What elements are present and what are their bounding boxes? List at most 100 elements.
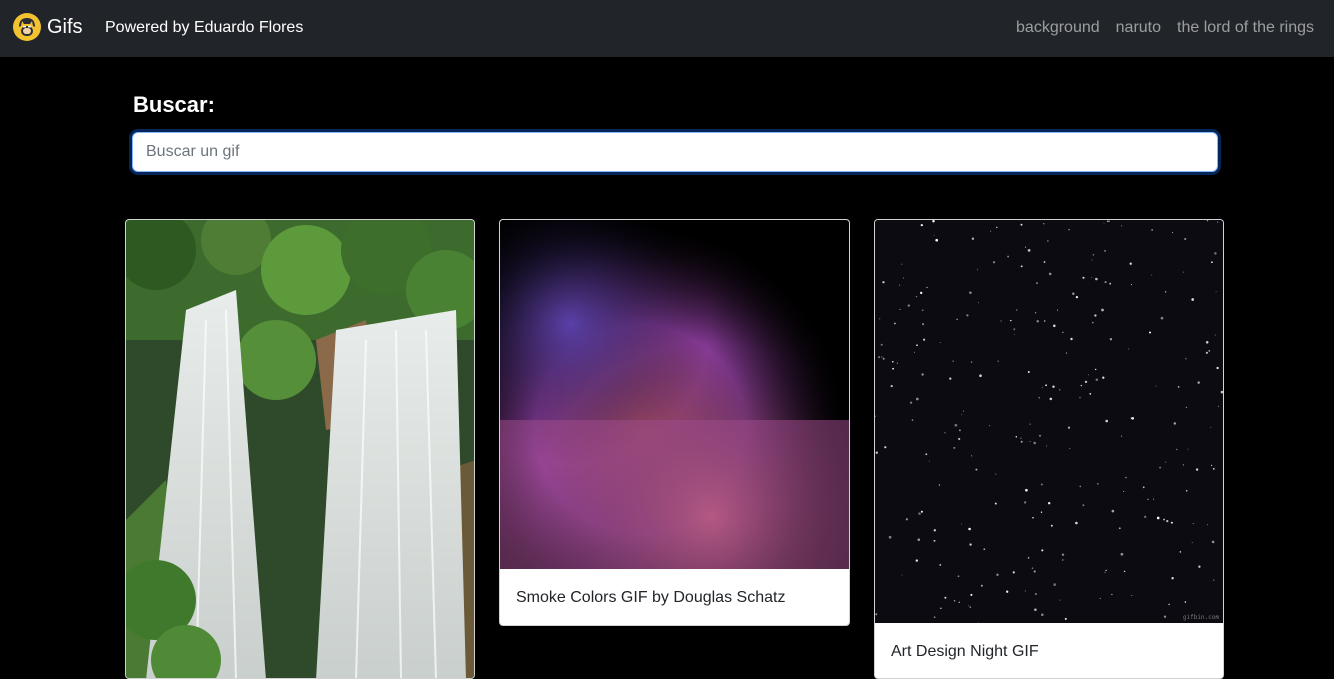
- star-dot: [1121, 225, 1123, 227]
- star-dot: [1205, 351, 1208, 354]
- star-dot: [960, 523, 962, 525]
- star-dot: [880, 343, 883, 346]
- star-dot: [928, 460, 930, 462]
- star-dot: [1191, 542, 1193, 544]
- star-dot: [903, 277, 905, 279]
- star-dot: [1217, 405, 1219, 407]
- star-dot: [917, 538, 921, 541]
- star-dot: [944, 431, 946, 434]
- star-dot: [992, 261, 996, 264]
- star-dot: [1192, 523, 1194, 525]
- star-dot: [1079, 397, 1081, 399]
- star-dot: [1025, 488, 1028, 492]
- star-dot: [1040, 613, 1044, 617]
- star-dot: [1213, 579, 1215, 581]
- star-dot: [995, 473, 997, 475]
- star-dot: [1032, 517, 1034, 519]
- star-dot: [1184, 237, 1187, 241]
- star-dot: [969, 543, 972, 546]
- star-dot: [1047, 240, 1049, 242]
- star-dot: [1070, 337, 1073, 341]
- star-dot: [1029, 440, 1031, 442]
- star-dot: [1205, 341, 1209, 344]
- star-dot: [1043, 223, 1045, 225]
- star-dot: [892, 367, 894, 370]
- star-dot: [1159, 466, 1162, 469]
- brand-link[interactable]: Gifs: [12, 12, 83, 42]
- star-dot: [997, 360, 999, 362]
- star-dot: [958, 429, 961, 432]
- star-dot: [1168, 603, 1170, 606]
- star-dot: [1048, 502, 1051, 505]
- star-dot: [884, 446, 887, 449]
- star-dot: [875, 613, 878, 616]
- star-dot: [1048, 272, 1052, 276]
- star-dot: [1095, 368, 1097, 371]
- star-dot: [1057, 309, 1058, 311]
- star-dot: [939, 342, 941, 343]
- star-dot: [1171, 576, 1174, 580]
- star-dot: [1062, 559, 1064, 561]
- powered-by-text: Powered by Eduardo Flores: [105, 19, 304, 36]
- star-dot: [1171, 232, 1173, 234]
- nav-link-naruto[interactable]: naruto: [1116, 17, 1161, 39]
- star-dot: [1163, 518, 1166, 521]
- star-dot: [1212, 468, 1215, 470]
- star-dot: [1059, 599, 1061, 601]
- star-dot: [881, 356, 883, 358]
- star-dot: [1062, 331, 1064, 334]
- star-dot: [915, 559, 919, 562]
- star-dot: [1105, 419, 1109, 423]
- star-dot: [953, 446, 956, 449]
- star-dot: [1211, 261, 1213, 264]
- star-dot: [875, 451, 878, 454]
- search-input[interactable]: [132, 132, 1218, 172]
- star-dot: [918, 512, 921, 515]
- nav-link-lord-of-the-rings[interactable]: the lord of the rings: [1177, 17, 1314, 39]
- star-dot: [1082, 504, 1085, 507]
- star-dot: [894, 322, 896, 325]
- star-dot: [1053, 324, 1056, 328]
- star-dot: [1052, 385, 1055, 388]
- star-dot: [976, 269, 979, 271]
- star-dot: [990, 230, 992, 232]
- star-dot: [1038, 396, 1040, 399]
- star-dot: [1173, 422, 1176, 425]
- star-dot: [1013, 328, 1016, 331]
- star-dot: [933, 616, 936, 619]
- star-dot: [1013, 334, 1015, 335]
- star-dot: [1027, 249, 1031, 252]
- gif-card-waterfall[interactable]: [125, 219, 475, 679]
- star-dot: [911, 419, 914, 421]
- star-dot: [977, 302, 979, 304]
- star-dot: [1059, 389, 1061, 391]
- star-dot: [1208, 350, 1211, 352]
- star-dot: [905, 518, 909, 521]
- star-dot: [1088, 374, 1090, 376]
- star-dot: [920, 510, 923, 513]
- search-label: Buscar:: [133, 92, 215, 117]
- star-dot: [892, 361, 894, 363]
- star-dot: [966, 314, 969, 317]
- star-dot: [1215, 291, 1217, 293]
- star-dot: [922, 323, 925, 326]
- star-dot: [1153, 498, 1155, 500]
- star-dot: [1131, 416, 1135, 420]
- star-dot: [1108, 220, 1110, 222]
- nav-link-background[interactable]: background: [1016, 17, 1100, 39]
- star-dot: [915, 295, 918, 298]
- star-dot: [1097, 483, 1099, 485]
- star-dot: [896, 362, 899, 364]
- star-dot: [1094, 314, 1097, 317]
- star-dot: [1207, 524, 1209, 526]
- star-dot: [1031, 567, 1034, 570]
- gif-card-smoke[interactable]: Smoke Colors GIF by Douglas Schatz: [499, 219, 850, 626]
- star-dot: [952, 360, 954, 362]
- star-dot: [1089, 393, 1092, 395]
- star-dot: [1121, 435, 1123, 437]
- star-dot: [1216, 366, 1219, 370]
- star-dot: [890, 385, 893, 388]
- star-dot: [1120, 552, 1124, 556]
- star-dot: [1045, 384, 1047, 387]
- gif-card-night[interactable]: gifbin.com Art Design Night GIF: [874, 219, 1224, 679]
